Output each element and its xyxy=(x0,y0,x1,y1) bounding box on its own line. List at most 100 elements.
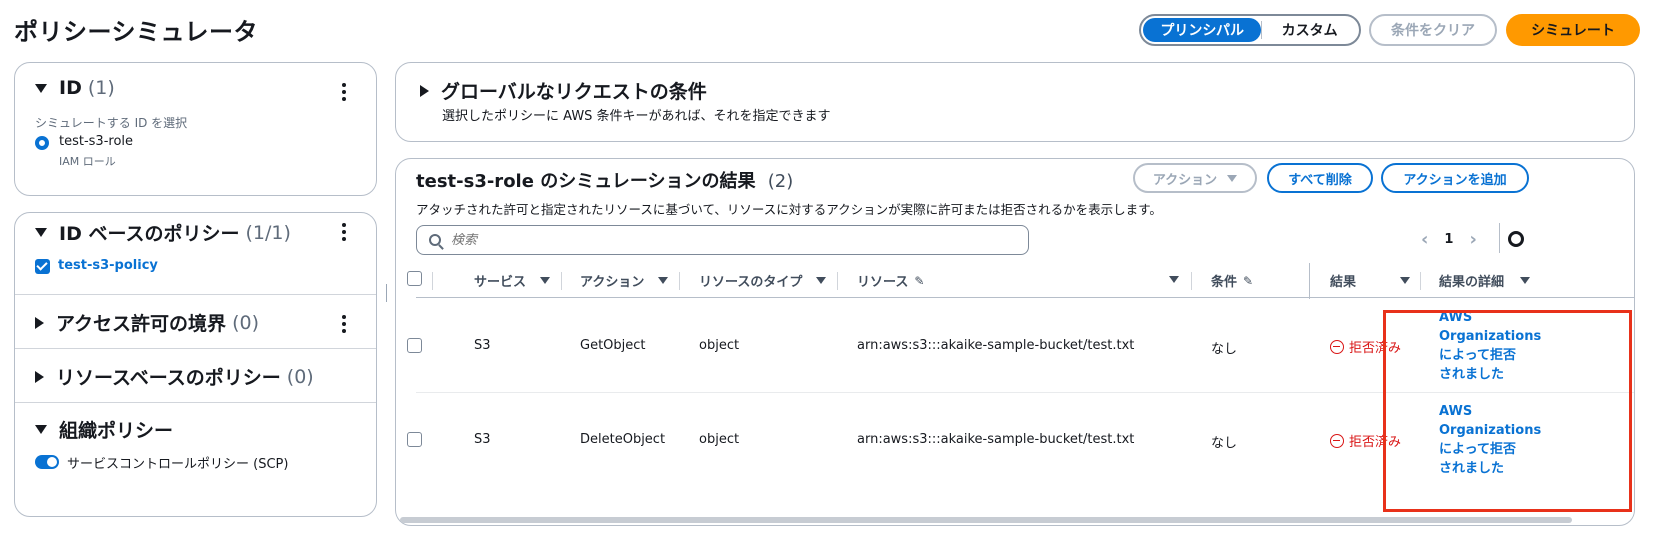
results-count: (2) xyxy=(767,171,794,192)
cell-resource-type: object xyxy=(699,338,740,353)
role-radio[interactable] xyxy=(35,136,49,150)
select-all-checkbox[interactable] xyxy=(407,271,422,286)
select-identity-label: シミュレートする ID を選択 xyxy=(35,116,188,130)
actions-dropdown[interactable]: アクション xyxy=(1133,163,1257,193)
search-input[interactable] xyxy=(451,232,1011,248)
permissions-boundary-title: アクセス許可の境界 xyxy=(56,313,227,335)
column-header-resource[interactable]: リソース ✎ xyxy=(857,271,924,291)
chevron-right-icon[interactable]: › xyxy=(1469,229,1476,250)
column-divider xyxy=(837,272,838,290)
highlight-annotation-box xyxy=(1383,310,1632,512)
divider xyxy=(1499,223,1500,253)
column-header-result-detail[interactable]: 結果の詳細 xyxy=(1439,271,1531,290)
caret-down-icon xyxy=(35,425,47,434)
clear-conditions-button[interactable]: 条件をクリア xyxy=(1369,14,1497,46)
identity-title: ID xyxy=(59,77,82,99)
segment-principal[interactable]: プリンシパル xyxy=(1143,18,1262,42)
identity-panel: ID (1) シミュレートする ID を選択 test-s3-role IAM … xyxy=(14,62,377,196)
more-options-icon[interactable] xyxy=(342,83,346,101)
global-conditions-description: 選択したポリシーに AWS 条件キーがあれば、それを指定できます xyxy=(442,109,831,124)
sort-icon[interactable] xyxy=(1520,277,1531,284)
row-checkbox[interactable] xyxy=(407,432,422,447)
permissions-boundary-header[interactable]: アクセス許可の境界 (0) xyxy=(35,309,259,336)
column-service-label: サービス xyxy=(474,275,527,290)
column-header-action[interactable]: アクション xyxy=(580,271,669,290)
cell-service: S3 xyxy=(474,338,491,353)
column-resource-type-label: リソースのタイプ xyxy=(699,275,803,290)
caret-down-icon xyxy=(35,228,47,237)
divider xyxy=(15,294,376,295)
horizontal-scrollbar[interactable] xyxy=(400,517,1572,523)
sort-icon[interactable] xyxy=(658,277,669,284)
simulate-button[interactable]: シミュレート xyxy=(1506,14,1640,46)
resource-policies-title: リソースベースのポリシー xyxy=(56,367,281,389)
actions-dropdown-label: アクション xyxy=(1152,172,1218,188)
row-checkbox[interactable] xyxy=(407,338,422,353)
sort-icon[interactable] xyxy=(816,277,827,284)
policies-panel: ID ベースのポリシー (1/1) test-s3-policy アクセス許可の… xyxy=(14,212,377,517)
results-title-text: test-s3-role のシミュレーションの結果 xyxy=(416,171,756,192)
cell-action: DeleteObject xyxy=(580,432,666,447)
cell-resource: arn:aws:s3:::akaike-sample-bucket/test.t… xyxy=(857,432,1135,447)
sort-icon[interactable] xyxy=(540,277,551,284)
column-header-resource-type[interactable]: リソースのタイプ xyxy=(699,271,827,290)
column-resource-label: リソース xyxy=(857,275,909,290)
pagination: ‹ 1 › xyxy=(1421,229,1477,250)
edit-icon[interactable]: ✎ xyxy=(1243,274,1253,288)
gear-icon[interactable] xyxy=(1508,231,1524,247)
global-conditions-panel: グローバルなリクエストの条件 選択したポリシーに AWS 条件キーがあれば、それ… xyxy=(395,62,1635,142)
principal-custom-segmented-control: プリンシパル カスタム xyxy=(1139,14,1361,46)
results-description: アタッチされた許可と指定されたリソースに基づいて、リソースに対するアクションが実… xyxy=(416,202,1162,217)
more-options-icon[interactable] xyxy=(342,223,346,241)
search-box xyxy=(416,225,1029,255)
divider xyxy=(15,348,376,349)
sort-icon[interactable] xyxy=(1169,276,1179,283)
permissions-boundary-count: (0) xyxy=(232,311,259,334)
identity-section-header[interactable]: ID (1) xyxy=(35,77,115,99)
policy-link[interactable]: test-s3-policy xyxy=(58,258,158,273)
sticky-column-divider xyxy=(1309,263,1310,299)
org-policies-header[interactable]: 組織ポリシー xyxy=(35,416,173,443)
role-name: test-s3-role xyxy=(59,134,134,149)
scp-label: サービスコントロールポリシー (SCP) xyxy=(67,457,289,472)
header-divider xyxy=(416,297,1634,298)
global-conditions-title: グローバルなリクエストの条件 xyxy=(441,81,707,103)
cell-service: S3 xyxy=(474,432,491,447)
search-icon xyxy=(429,234,441,246)
edit-icon[interactable]: ✎ xyxy=(914,274,924,288)
column-header-result[interactable]: 結果 xyxy=(1330,271,1411,290)
caret-right-icon xyxy=(420,84,429,97)
role-type: IAM ロール xyxy=(59,155,116,168)
column-divider xyxy=(679,272,680,290)
policy-checkbox[interactable] xyxy=(35,259,50,274)
global-conditions-header[interactable]: グローバルなリクエストの条件 xyxy=(420,77,707,104)
column-action-label: アクション xyxy=(580,275,645,290)
current-page[interactable]: 1 xyxy=(1444,232,1453,247)
segment-custom[interactable]: カスタム xyxy=(1262,18,1357,42)
denied-icon xyxy=(1330,433,1344,448)
sort-icon[interactable] xyxy=(1400,277,1411,284)
identity-policies-header[interactable]: ID ベースのポリシー (1/1) xyxy=(35,219,291,246)
caret-right-icon xyxy=(35,316,44,329)
chevron-left-icon[interactable]: ‹ xyxy=(1421,229,1428,250)
denied-icon xyxy=(1330,339,1344,354)
column-result-detail-label: 結果の詳細 xyxy=(1439,275,1505,290)
cell-condition: なし xyxy=(1211,436,1238,451)
add-action-button[interactable]: アクションを追加 xyxy=(1381,163,1529,193)
column-header-condition[interactable]: 条件 ✎ xyxy=(1211,271,1253,291)
identity-policies-title: ID ベースのポリシー xyxy=(59,223,240,245)
org-policies-title: 組織ポリシー xyxy=(59,420,174,442)
delete-all-button[interactable]: すべて削除 xyxy=(1267,163,1373,193)
cell-condition: なし xyxy=(1211,342,1238,357)
more-options-icon[interactable] xyxy=(342,315,346,333)
resource-policies-header[interactable]: リソースベースのポリシー (0) xyxy=(35,363,314,390)
cell-action: GetObject xyxy=(580,338,646,353)
column-divider xyxy=(1420,272,1421,290)
column-header-service[interactable]: サービス xyxy=(474,271,551,290)
caret-right-icon xyxy=(35,370,44,383)
cell-resource: arn:aws:s3:::akaike-sample-bucket/test.t… xyxy=(857,338,1135,353)
column-condition-label: 条件 xyxy=(1211,275,1238,290)
caret-down-icon xyxy=(1227,174,1238,182)
scp-toggle[interactable] xyxy=(35,455,59,469)
resize-handle[interactable] xyxy=(386,284,387,302)
